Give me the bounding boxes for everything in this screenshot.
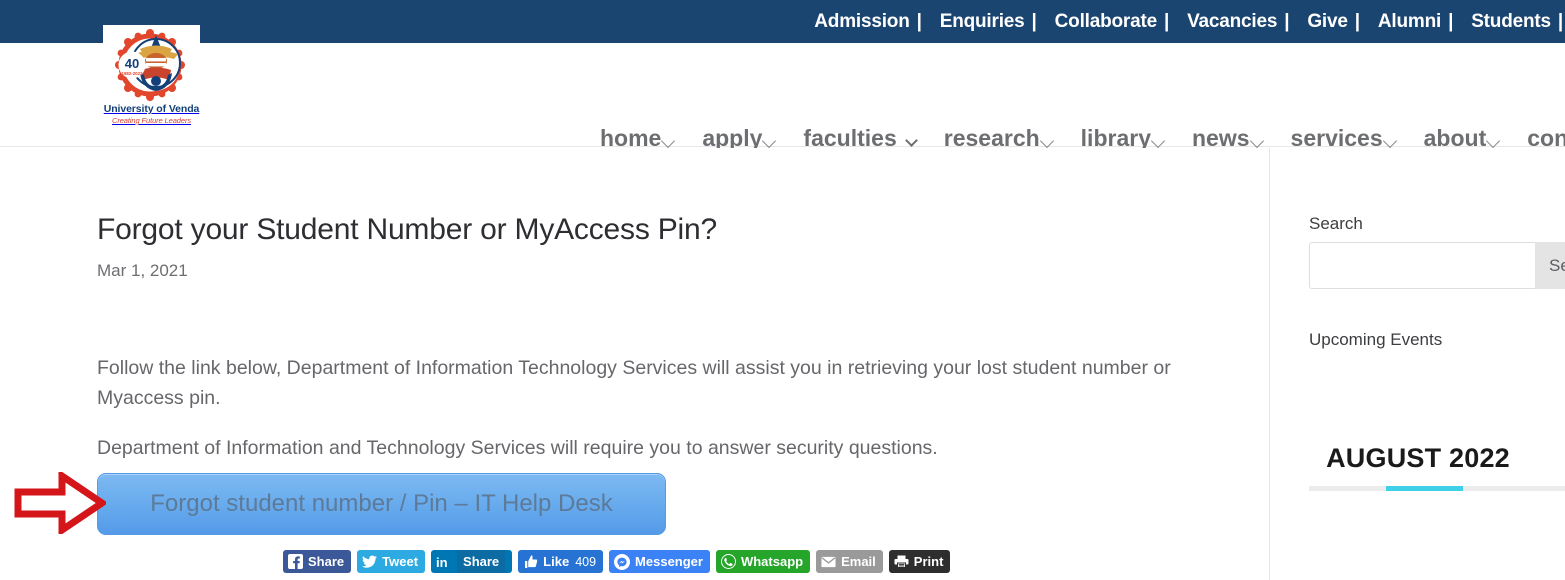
- share-button-print[interactable]: Print: [888, 550, 951, 573]
- chevron-down-icon: [1042, 136, 1055, 144]
- main-content: Forgot your Student Number or MyAccess P…: [0, 148, 1270, 580]
- search-input[interactable]: [1309, 242, 1535, 289]
- chevron-down-icon: [663, 136, 676, 144]
- site-logo[interactable]: 40 1982-2022 University of Venda Creatin…: [103, 25, 200, 141]
- printer-icon: [894, 554, 909, 569]
- share-button-like[interactable]: Like 409: [518, 550, 604, 573]
- share-button-whatsapp[interactable]: Whatsapp: [715, 550, 811, 573]
- share-button-email[interactable]: Email: [816, 550, 883, 573]
- post-paragraph-2: Department of Information and Technology…: [97, 437, 938, 459]
- forgot-student-number-button-label: Forgot student number / Pin – IT Help De…: [150, 490, 613, 517]
- chevron-down-icon: [1153, 136, 1166, 144]
- topbar-link-admission-label: Admission: [814, 10, 910, 32]
- facebook-icon: [288, 554, 303, 569]
- share-button-like-label: Like: [543, 554, 570, 569]
- whatsapp-icon: [720, 554, 736, 569]
- post-paragraph-1: Follow the link below, Department of Inf…: [97, 357, 1171, 409]
- envelope-icon: [821, 554, 836, 569]
- thumbs-up-icon: [523, 554, 538, 569]
- topbar-link-students-label: Students: [1471, 10, 1551, 32]
- svg-text:in: in: [436, 555, 448, 569]
- topbar-link-vacancies[interactable]: Vacancies |: [1169, 11, 1289, 33]
- share-button-linkedin[interactable]: in Share: [431, 550, 513, 573]
- svg-text:1982-2022: 1982-2022: [121, 71, 143, 76]
- share-button-messenger-label: Messenger: [635, 554, 703, 569]
- svg-text:40: 40: [124, 56, 138, 71]
- topbar-separator: |: [1163, 10, 1170, 32]
- share-button-like-count: 409: [575, 554, 597, 569]
- messenger-icon: [614, 553, 631, 570]
- university-crest-icon: 40 1982-2022: [110, 25, 194, 103]
- search-submit-button[interactable]: Search: [1535, 242, 1565, 289]
- logo-tagline: Creating Future Leaders: [112, 116, 191, 125]
- topbar-link-alumni-label: Alumni: [1377, 10, 1442, 32]
- search-widget: Search: [1309, 242, 1565, 289]
- topbar-link-vacancies-label: Vacancies: [1187, 10, 1278, 32]
- topbar-link-admission[interactable]: Admission |: [796, 10, 922, 33]
- top-utility-links: Admission | Enquiries | Collaborate | Vacan…: [796, 0, 1565, 43]
- topbar-link-collaborate-label: Collaborate: [1054, 10, 1158, 32]
- chevron-down-icon: [1488, 136, 1501, 144]
- topbar-separator: |: [1354, 10, 1360, 32]
- share-button-facebook-label: Share: [308, 554, 345, 569]
- top-utility-bar: Admission | Enquiries | Collaborate | Vacan…: [0, 0, 1565, 43]
- share-button-linkedin-label: Share: [457, 550, 506, 573]
- upcoming-events-label: Upcoming Events: [1309, 330, 1443, 349]
- topbar-separator: |: [1557, 10, 1563, 32]
- page-root: Admission | Enquiries | Collaborate | Vacan…: [0, 0, 1565, 580]
- topbar-separator: |: [916, 10, 922, 32]
- page-title: Forgot your Student Number or MyAccess P…: [97, 213, 717, 246]
- events-month-heading: AUGUST 2022: [1326, 443, 1510, 473]
- chevron-down-icon: [1385, 136, 1398, 144]
- chevron-down-icon: [1252, 136, 1265, 144]
- search-widget-label: Search: [1309, 214, 1363, 233]
- topbar-link-students[interactable]: Students |: [1453, 11, 1563, 33]
- share-button-facebook[interactable]: Share: [283, 550, 352, 573]
- share-button-messenger[interactable]: Messenger: [609, 550, 710, 573]
- right-sidebar: Search Search Upcoming Events AUGUST 202…: [1271, 148, 1565, 580]
- share-button-email-label: Email: [841, 554, 876, 569]
- twitter-icon: [362, 554, 378, 569]
- topbar-link-enquiries-label: Enquiries: [939, 10, 1025, 32]
- topbar-separator: |: [1284, 10, 1290, 32]
- topbar-link-give[interactable]: Give |: [1289, 11, 1360, 33]
- social-share-bar: Share Tweet in Share Like 409 Messenger …: [283, 550, 951, 573]
- topbar-link-collaborate[interactable]: Collaborate |: [1037, 10, 1170, 33]
- share-button-whatsapp-label: Whatsapp: [740, 554, 804, 569]
- share-button-twitter[interactable]: Tweet: [357, 550, 426, 573]
- linkedin-icon: in: [435, 554, 454, 569]
- topbar-separator: |: [1031, 10, 1037, 32]
- share-button-twitter-label: Tweet: [382, 554, 419, 569]
- post-date: Mar 1, 2021: [97, 261, 188, 280]
- site-header: 40 1982-2022 University of Venda Creatin…: [0, 25, 1565, 151]
- share-button-print-label: Print: [913, 554, 944, 569]
- topbar-link-enquiries[interactable]: Enquiries |: [922, 11, 1037, 33]
- chevron-down-icon: [764, 136, 777, 144]
- events-month-divider-active: [1386, 486, 1463, 491]
- topbar-link-give-label: Give: [1307, 10, 1348, 32]
- forgot-student-number-button[interactable]: Forgot student number / Pin – IT Help De…: [97, 473, 666, 535]
- annotation-arrow-icon: [14, 469, 109, 537]
- logo-university-name: University of Venda: [103, 103, 200, 115]
- topbar-link-alumni[interactable]: Alumni |: [1360, 10, 1454, 33]
- topbar-separator: |: [1448, 10, 1454, 32]
- chevron-down-icon: [907, 136, 918, 144]
